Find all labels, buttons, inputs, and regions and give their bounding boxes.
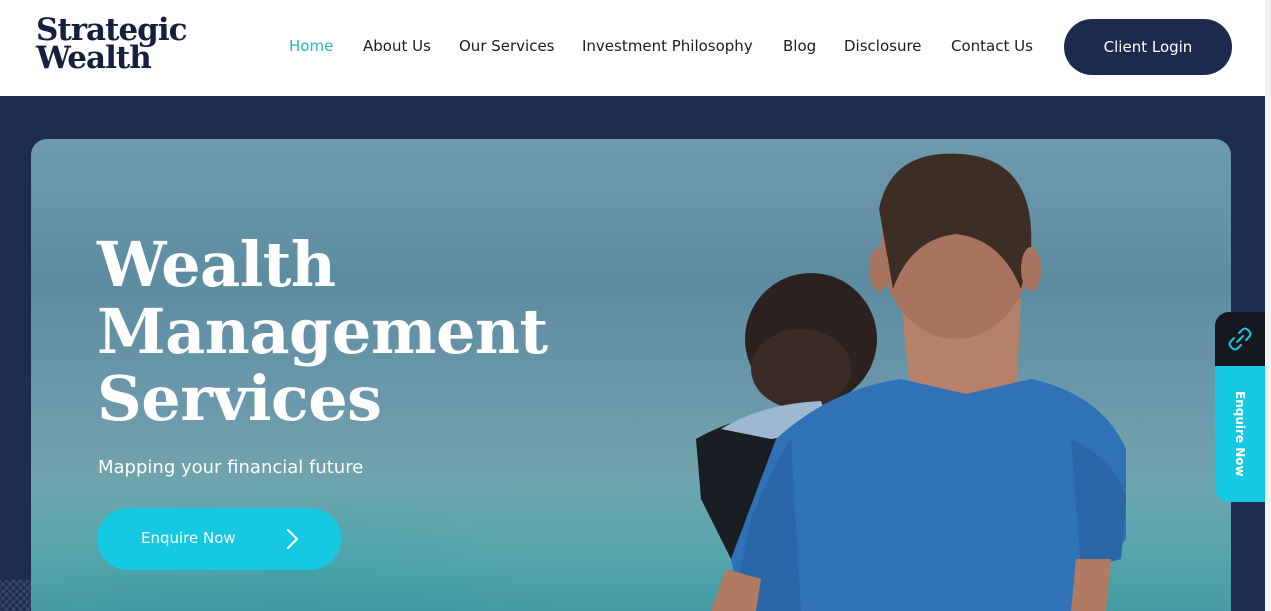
hero-title: Wealth Management Services — [97, 231, 548, 432]
side-tab-icon-box[interactable] — [1215, 312, 1265, 366]
site-header: Strategic Wealth Home About Us Our Servi… — [0, 0, 1271, 96]
nav-contact-us[interactable]: Contact Us — [951, 37, 1033, 55]
side-enquire-now-label: Enquire Now — [1233, 391, 1247, 477]
logo-line-2: Wealth — [36, 40, 152, 76]
hero-subtitle: Mapping your financial future — [98, 457, 364, 478]
decorative-pattern — [0, 580, 34, 611]
logo[interactable]: Strategic Wealth — [36, 15, 187, 76]
nav-disclosure[interactable]: Disclosure — [844, 37, 922, 55]
page-scroll-edge — [1265, 0, 1271, 611]
link-icon — [1228, 327, 1252, 351]
client-login-button[interactable]: Client Login — [1064, 19, 1232, 75]
nav-blog[interactable]: Blog — [783, 37, 816, 55]
nav-home[interactable]: Home — [289, 37, 333, 55]
side-enquire-now-button[interactable]: Enquire Now — [1215, 366, 1265, 502]
chevron-right-icon — [286, 528, 299, 550]
hero-title-line-3: Services — [97, 362, 382, 435]
hero-title-line-2: Management — [97, 295, 548, 368]
side-enquire-tab: Enquire Now — [1215, 312, 1265, 502]
hero-banner: Wealth Management Services Mapping your … — [31, 139, 1231, 611]
enquire-now-label: Enquire Now — [141, 529, 236, 547]
nav-investment-philosophy[interactable]: Investment Philosophy — [582, 37, 753, 55]
nav-about-us[interactable]: About Us — [363, 37, 431, 55]
nav-our-services[interactable]: Our Services — [459, 37, 555, 55]
hero-title-line-1: Wealth — [97, 228, 336, 301]
enquire-now-button[interactable]: Enquire Now — [97, 508, 341, 570]
